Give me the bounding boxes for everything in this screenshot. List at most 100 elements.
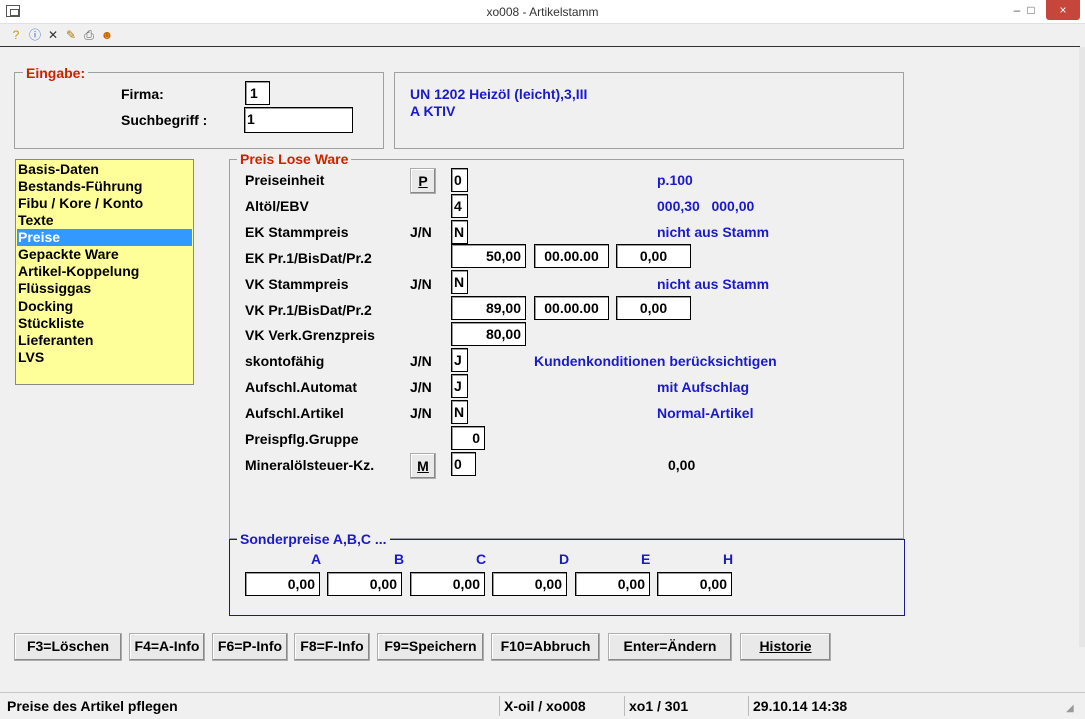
- aufschl-artikel-jn: J/N: [410, 405, 432, 421]
- ek-stammpreis-input[interactable]: N: [451, 220, 468, 244]
- skonto-jn: J/N: [410, 353, 432, 369]
- info-line-2: A KTIV: [410, 103, 456, 119]
- toolbar-divider: [0, 46, 1080, 47]
- altoel-input[interactable]: 4: [451, 194, 468, 218]
- sonder-header-c: C: [476, 551, 487, 567]
- mineraloelsteuer-button[interactable]: M: [410, 453, 436, 479]
- altoel-info: 000,30 000,00: [657, 198, 755, 214]
- delete-icon[interactable]: ✕: [45, 27, 61, 43]
- f8-finfo-button[interactable]: F8=F-Info: [294, 633, 370, 661]
- sonder-input-a[interactable]: 0,00: [245, 572, 320, 596]
- vk-stammpreis-jn: J/N: [410, 276, 432, 292]
- mineraloelsteuer-input[interactable]: 0: [451, 452, 476, 476]
- f10-abbruch-button[interactable]: F10=Abbruch: [491, 633, 600, 661]
- preis-group: [229, 159, 904, 539]
- info-line-1: UN 1202 Heizöl (leicht),3,III: [410, 86, 588, 102]
- print-icon[interactable]: ⎙: [81, 27, 97, 43]
- vk-preis1-input[interactable]: 89,00: [451, 296, 526, 320]
- vk-grenzpreis-label: VK Verk.Grenzpreis: [245, 327, 375, 343]
- preiseinheit-info: p.100: [657, 172, 693, 188]
- status-app: X-oil / xo008: [499, 696, 623, 716]
- menu-item-preise[interactable]: Preise: [17, 229, 192, 246]
- maximize-button[interactable]: □: [1018, 0, 1044, 20]
- aufschl-automat-info: mit Aufschlag: [657, 379, 750, 395]
- sonder-input-e[interactable]: 0,00: [575, 572, 650, 596]
- f3-loeschen-button[interactable]: F3=Löschen: [14, 633, 122, 661]
- skonto-input[interactable]: J: [451, 348, 468, 372]
- aufschl-automat-jn: J/N: [410, 379, 432, 395]
- sonder-header-d: D: [559, 551, 570, 567]
- suchbegriff-label: Suchbegriff :: [121, 112, 208, 128]
- status-message: Preise des Artikel pflegen: [7, 698, 178, 714]
- vk-preis-label: VK Pr.1/BisDat/Pr.2: [245, 302, 372, 318]
- menu-item-docking[interactable]: Docking: [17, 298, 192, 315]
- firma-label: Firma:: [121, 86, 164, 102]
- sonder-header-b: B: [394, 551, 405, 567]
- aufschl-automat-label: Aufschl.Automat: [245, 379, 357, 395]
- vk-preis2-input[interactable]: 0,00: [616, 296, 691, 320]
- menu-item-lieferanten[interactable]: Lieferanten: [17, 332, 192, 349]
- preiseinheit-label: Preiseinheit: [245, 172, 325, 188]
- preiseinheit-button[interactable]: P: [410, 168, 436, 194]
- preis-legend: Preis Lose Ware: [237, 151, 352, 167]
- menu-item-bestands-fuehrung[interactable]: Bestands-Führung: [17, 178, 192, 195]
- firma-input[interactable]: 1: [245, 81, 270, 105]
- vk-stammpreis-input[interactable]: N: [451, 270, 468, 294]
- toolbar: ? ⓘ ✕ ✎ ⎙ ☻: [0, 24, 1085, 46]
- altoel-label: Altöl/EBV: [245, 198, 309, 214]
- menu-item-lvs[interactable]: LVS: [17, 349, 192, 366]
- ek-stammpreis-jn: J/N: [410, 224, 432, 240]
- vk-grenzpreis-input[interactable]: 80,00: [451, 322, 526, 346]
- sonder-header-a: A: [311, 551, 322, 567]
- menu-item-fluessiggas[interactable]: Flüssiggas: [17, 280, 192, 297]
- vk-stammpreis-label: VK Stammpreis: [245, 276, 349, 292]
- sonder-input-b[interactable]: 0,00: [327, 572, 402, 596]
- info-panel: [394, 72, 904, 149]
- skonto-info: Kundenkonditionen berücksichtigen: [534, 353, 777, 369]
- ek-stammpreis-info: nicht aus Stamm: [657, 224, 770, 240]
- aufschl-artikel-label: Aufschl.Artikel: [245, 405, 344, 421]
- sonder-input-h[interactable]: 0,00: [657, 572, 732, 596]
- menu-item-basis-daten[interactable]: Basis-Daten: [17, 161, 192, 178]
- vk-bisdat-input[interactable]: 00.00.00: [534, 296, 609, 320]
- suchbegriff-input[interactable]: 1: [244, 107, 353, 133]
- section-menu: Basis-Daten Bestands-Führung Fibu / Kore…: [15, 159, 194, 385]
- mineraloelsteuer-info: 0,00: [668, 457, 696, 473]
- enter-aendern-button[interactable]: Enter=Ändern: [608, 633, 732, 661]
- menu-item-gepackte-ware[interactable]: Gepackte Ware: [17, 246, 192, 263]
- status-datetime: 29.10.14 14:38: [748, 696, 898, 716]
- preispflg-label: Preispflg.Gruppe: [245, 431, 359, 447]
- ek-bisdat-input[interactable]: 00.00.00: [534, 244, 609, 268]
- user-icon[interactable]: ☻: [99, 27, 115, 43]
- window-right-edge: [1079, 47, 1085, 647]
- menu-item-fibu[interactable]: Fibu / Kore / Konto: [17, 195, 192, 212]
- sonder-header-e: E: [641, 551, 651, 567]
- menu-item-stueckliste[interactable]: Stückliste: [17, 315, 192, 332]
- window-title: xo008 - Artikelstamm: [486, 5, 599, 19]
- menu-item-texte[interactable]: Texte: [17, 212, 192, 229]
- ek-preis2-input[interactable]: 0,00: [616, 244, 691, 268]
- resize-grip-icon[interactable]: ◢: [1066, 703, 1078, 715]
- menu-item-artikel-koppelung[interactable]: Artikel-Koppelung: [17, 263, 192, 280]
- ek-preis1-input[interactable]: 50,00: [451, 244, 526, 268]
- preiseinheit-input[interactable]: 0: [451, 168, 468, 192]
- aufschl-artikel-input[interactable]: N: [451, 400, 468, 424]
- close-button[interactable]: ×: [1046, 0, 1080, 20]
- aufschl-automat-input[interactable]: J: [451, 374, 468, 398]
- edit-icon[interactable]: ✎: [63, 27, 79, 43]
- mineraloelsteuer-label: Mineralölsteuer-Kz.: [245, 457, 375, 473]
- historie-button[interactable]: Historie: [740, 633, 831, 661]
- sonder-input-d[interactable]: 0,00: [492, 572, 567, 596]
- preispflg-input[interactable]: 0: [451, 426, 485, 450]
- sonderpreise-legend: Sonderpreise A,B,C ...: [237, 531, 390, 547]
- status-divider: [0, 692, 1085, 693]
- sonder-input-c[interactable]: 0,00: [410, 572, 485, 596]
- ek-preis-label: EK Pr.1/BisDat/Pr.2: [245, 250, 372, 266]
- info-icon[interactable]: ⓘ: [27, 27, 43, 43]
- help-icon[interactable]: ?: [8, 27, 24, 43]
- skonto-label: skontofähig: [245, 353, 325, 369]
- f4-ainfo-button[interactable]: F4=A-Info: [129, 633, 205, 661]
- f9-speichern-button[interactable]: F9=Speichern: [377, 633, 484, 661]
- sonder-header-h: H: [723, 551, 734, 567]
- f6-pinfo-button[interactable]: F6=P-Info: [212, 633, 288, 661]
